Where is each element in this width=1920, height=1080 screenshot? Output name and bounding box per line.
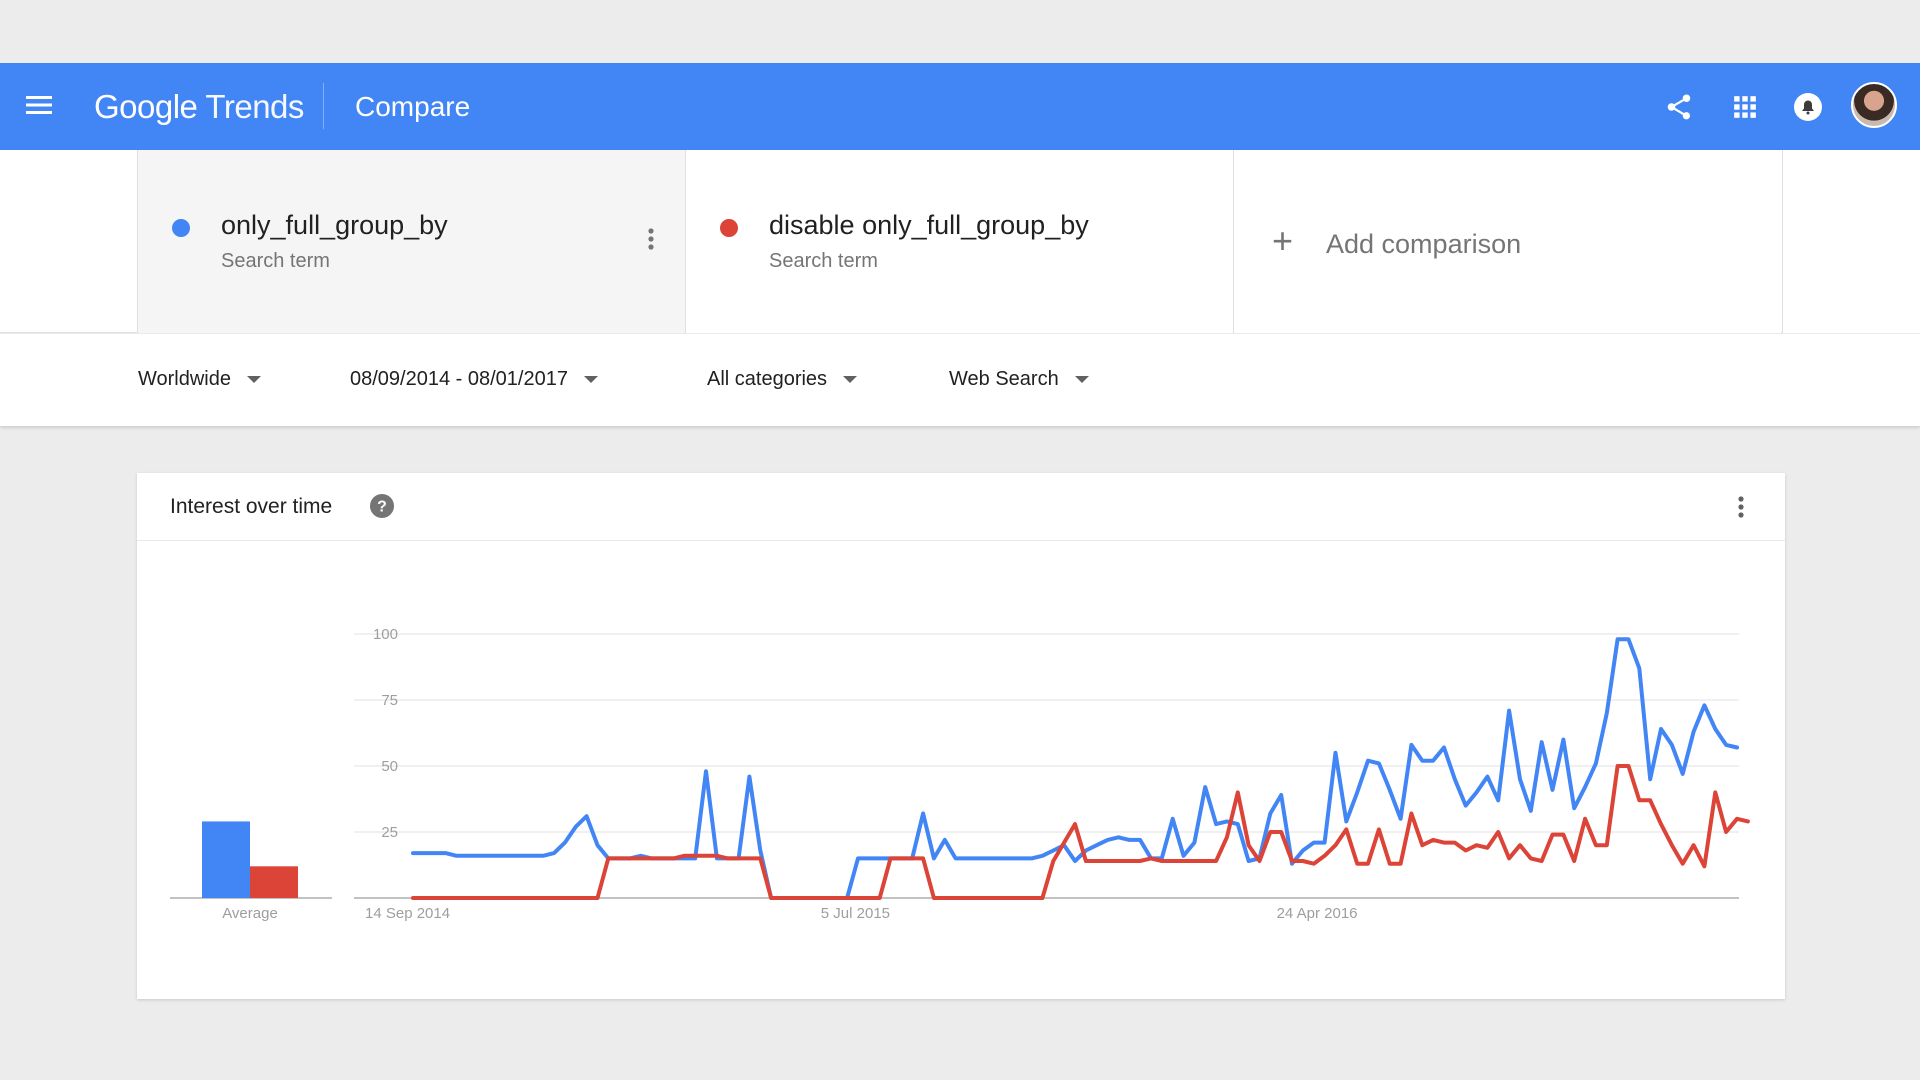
- filter-bar: Worldwide 08/09/2014 - 08/01/2017 All ca…: [0, 334, 1920, 426]
- interest-over-time-card: Interest over time ? 25 50 75 100 14 Sep 201…: [137, 473, 1785, 999]
- share-icon[interactable]: [1659, 87, 1699, 127]
- dropdown-arrow-icon: [583, 376, 598, 383]
- add-comparison-label: Add comparison: [1326, 229, 1522, 259]
- menu-icon[interactable]: [24, 90, 54, 120]
- search-term-card-1[interactable]: only_full_group_by Search term: [137, 150, 685, 333]
- appbar-divider: [323, 83, 324, 129]
- term-color-dot: [172, 219, 190, 237]
- page-title: Compare: [355, 90, 471, 122]
- y-tick-label: 75: [381, 692, 398, 709]
- interest-over-time-chart: 25 50 75 100 14 Sep 2014 5 Jul 2015 24 Apr 201…: [170, 626, 1750, 922]
- y-tick-label: 100: [373, 626, 398, 643]
- search-type-dropdown[interactable]: Web Search: [949, 368, 1089, 391]
- logo-google-text: Google: [94, 87, 198, 125]
- average-bar: [202, 821, 250, 898]
- x-tick-label: 24 Apr 2016: [1277, 905, 1358, 922]
- date-range-dropdown[interactable]: 08/09/2014 - 08/01/2017: [350, 368, 598, 391]
- search-terms-strip: only_full_group_by Search term disable o…: [0, 150, 1920, 333]
- app-bar: Google Trends Compare: [0, 63, 1920, 150]
- region-value: Worldwide: [138, 368, 231, 390]
- y-tick-label: 25: [381, 824, 398, 841]
- term-strip-filler: [1782, 150, 1920, 333]
- logo-trends-text: Trends: [205, 87, 304, 125]
- google-trends-logo[interactable]: Google Trends: [94, 63, 304, 150]
- search-term-card-2[interactable]: disable only_full_group_by Search term: [685, 150, 1233, 333]
- term-name: disable only_full_group_by: [769, 210, 1089, 240]
- add-comparison-button[interactable]: + Add comparison: [1233, 150, 1781, 333]
- date-range-value: 08/09/2014 - 08/01/2017: [350, 368, 568, 390]
- x-tick-label: 5 Jul 2015: [821, 905, 890, 922]
- more-vert-icon[interactable]: [643, 224, 659, 254]
- term-color-dot: [720, 219, 738, 237]
- region-dropdown[interactable]: Worldwide: [138, 368, 261, 391]
- y-tick-label: 50: [381, 758, 398, 775]
- average-label: Average: [222, 905, 278, 922]
- term-name: only_full_group_by: [221, 210, 448, 240]
- user-avatar[interactable]: [1851, 82, 1897, 128]
- x-tick-label: 14 Sep 2014: [365, 905, 450, 922]
- category-dropdown[interactable]: All categories: [707, 368, 858, 391]
- average-bar: [250, 866, 298, 898]
- dropdown-arrow-icon: [843, 376, 858, 383]
- term-subtitle: Search term: [769, 250, 878, 272]
- category-value: All categories: [707, 368, 828, 390]
- notifications-icon[interactable]: [1788, 87, 1828, 127]
- search-type-value: Web Search: [949, 368, 1059, 390]
- dropdown-arrow-icon: [247, 376, 261, 383]
- apps-grid-icon[interactable]: [1725, 87, 1765, 127]
- term-subtitle: Search term: [221, 250, 330, 272]
- plus-icon: +: [1272, 220, 1294, 261]
- dropdown-arrow-icon: [1074, 376, 1089, 383]
